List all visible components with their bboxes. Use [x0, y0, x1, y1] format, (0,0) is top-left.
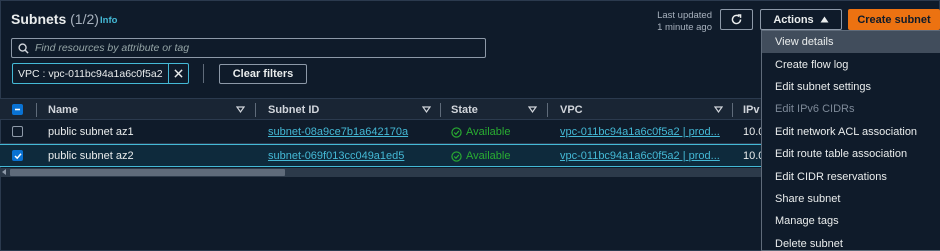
menu-item-share-subnet[interactable]: Share subnet: [762, 188, 940, 210]
search-input[interactable]: [35, 42, 475, 54]
menu-item-edit-cidr-reservations[interactable]: Edit CIDR reservations: [762, 165, 940, 187]
actions-menu: View details Create flow log Edit subnet…: [761, 30, 940, 251]
menu-item-edit-route-table-association[interactable]: Edit route table association: [762, 143, 940, 165]
column-header-state[interactable]: State: [451, 99, 478, 121]
cell-subnet-id-link[interactable]: subnet-069f013cc049a1ed5: [268, 145, 404, 167]
actions-button[interactable]: Actions: [760, 9, 842, 30]
last-updated-label: Last updated: [657, 10, 712, 21]
filter-token: VPC : vpc-011bc94a1a6c0f5a2: [12, 63, 189, 84]
scrollbar-thumb[interactable]: [10, 169, 285, 176]
state-text: Available: [466, 126, 511, 138]
row-checkbox[interactable]: [12, 126, 23, 137]
check-icon: [13, 152, 22, 159]
column-separator: [732, 103, 733, 117]
actions-label: Actions: [773, 13, 814, 26]
check-circle-icon: [451, 150, 462, 162]
scroll-left-arrow-icon[interactable]: [2, 169, 6, 175]
cell-vpc-link[interactable]: vpc-011bc94a1a6c0f5a2 | prod...: [560, 145, 720, 167]
column-separator: [440, 103, 441, 117]
create-subnet-button[interactable]: Create subnet: [848, 9, 940, 30]
menu-item-delete-subnet[interactable]: Delete subnet: [762, 233, 940, 251]
column-separator: [547, 103, 548, 117]
page-title-text: Subnets: [11, 11, 67, 27]
sort-down-icon[interactable]: [236, 105, 245, 114]
search-box[interactable]: [11, 38, 486, 58]
column-header-vpc[interactable]: VPC: [560, 99, 583, 121]
sort-down-icon[interactable]: [528, 105, 537, 114]
remove-filter-button[interactable]: [167, 64, 188, 83]
sort-down-icon[interactable]: [714, 105, 723, 114]
last-updated: Last updated 1 minute ago: [640, 10, 712, 34]
page-title: Subnets (1/2): [11, 11, 99, 27]
menu-item-create-flow-log[interactable]: Create flow log: [762, 53, 940, 75]
state-text: Available: [466, 150, 511, 162]
close-icon: [173, 69, 183, 78]
refresh-icon: [731, 14, 742, 25]
check-circle-icon: [451, 126, 462, 138]
sort-down-icon[interactable]: [422, 105, 431, 114]
menu-item-edit-network-acl-association[interactable]: Edit network ACL association: [762, 121, 940, 143]
cell-state: Available: [451, 121, 510, 143]
cell-name: public subnet az2: [48, 150, 134, 162]
clear-filters-button[interactable]: Clear filters: [219, 64, 307, 84]
refresh-button[interactable]: [720, 9, 753, 30]
caret-up-icon: [820, 16, 829, 23]
menu-item-view-details[interactable]: View details: [762, 31, 940, 54]
cell-vpc-link[interactable]: vpc-011bc94a1a6c0f5a2 | prod...: [560, 121, 720, 143]
filter-divider: [203, 64, 204, 83]
row-checkbox[interactable]: [12, 150, 23, 161]
menu-item-manage-tags[interactable]: Manage tags: [762, 210, 940, 232]
column-header-ipv4[interactable]: IPv: [743, 99, 760, 121]
cell-subnet-id-link[interactable]: subnet-08a9ce7b1a642170a: [268, 121, 408, 143]
cell-state: Available: [451, 145, 510, 167]
filter-token-label: VPC : vpc-011bc94a1a6c0f5a2: [18, 67, 163, 80]
column-header-name[interactable]: Name: [48, 99, 78, 121]
info-link[interactable]: Info: [100, 15, 117, 26]
minus-icon: [15, 108, 20, 111]
selection-count: (1/2): [70, 11, 99, 27]
column-separator: [36, 103, 37, 117]
column-separator: [255, 103, 256, 117]
search-icon: [18, 42, 29, 54]
select-all-checkbox[interactable]: [12, 104, 23, 115]
column-header-subnet-id[interactable]: Subnet ID: [268, 99, 319, 121]
last-updated-value: 1 minute ago: [657, 22, 712, 33]
menu-item-edit-subnet-settings[interactable]: Edit subnet settings: [762, 76, 940, 98]
menu-item-edit-ipv6-cidrs: Edit IPv6 CIDRs: [775, 103, 855, 116]
cell-name: public subnet az1: [48, 126, 134, 138]
